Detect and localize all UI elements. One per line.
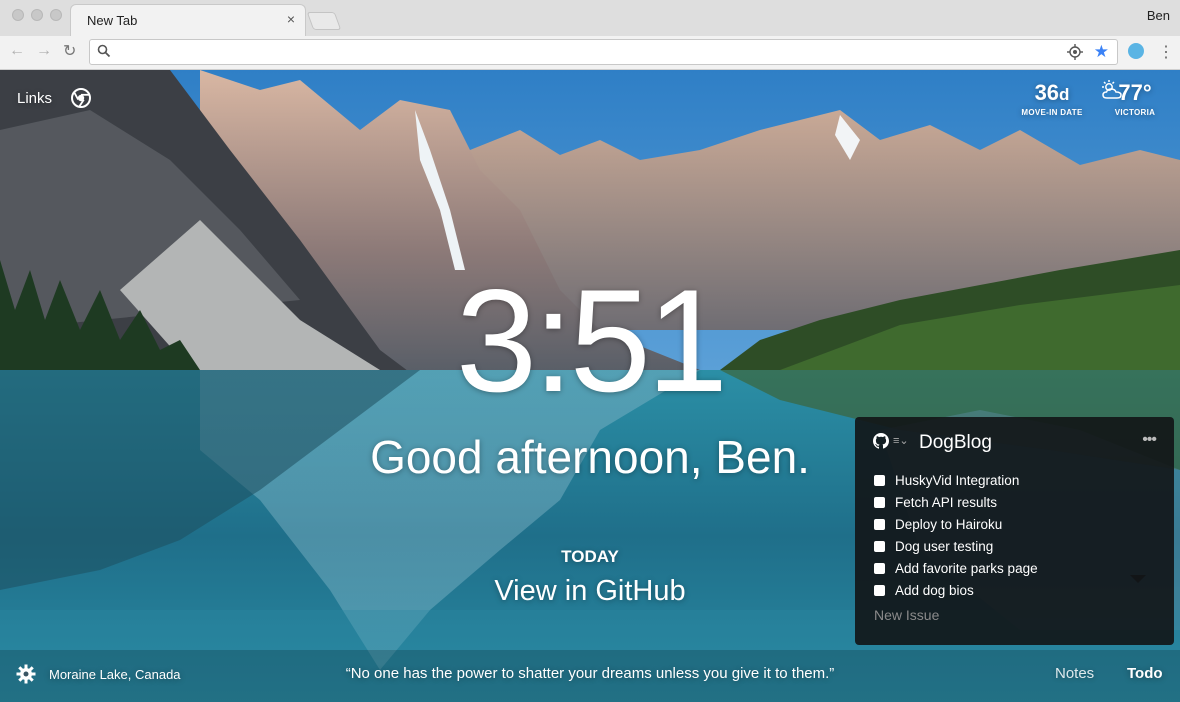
task-checkbox[interactable] [874, 540, 885, 552]
more-icon[interactable]: ••• [1142, 431, 1157, 449]
new-tab-dashboard: Links 36d MOVE-IN DATE 77° VICTORIA 3:51… [0, 70, 1180, 702]
todo-panel-caret [1130, 575, 1146, 583]
star-icon[interactable]: ★ [1094, 42, 1109, 62]
list-icon[interactable]: ≡⌄ [893, 434, 909, 447]
list-item: Fetch API results [874, 491, 1038, 513]
clock: 3:51 [455, 259, 728, 422]
task-checkbox[interactable] [874, 562, 885, 574]
task-text[interactable]: Fetch API results [895, 495, 997, 510]
profile-name[interactable]: Ben [1147, 8, 1170, 23]
list-item: HuskyVid Integration [874, 469, 1038, 491]
task-checkbox[interactable] [874, 518, 885, 530]
new-tab-button[interactable] [306, 12, 342, 30]
task-text[interactable]: HuskyVid Integration [895, 473, 1019, 488]
list-item: Deploy to Hairoku [874, 513, 1038, 535]
countdown-unit: d [1059, 85, 1070, 104]
todo-button[interactable]: Todo [1127, 665, 1163, 682]
list-item: Add dog bios [874, 579, 1038, 601]
window-minimize-button[interactable] [31, 9, 43, 21]
extension-icon[interactable] [1128, 43, 1144, 59]
list-item: Add favorite parks page [874, 557, 1038, 579]
task-text[interactable]: Deploy to Hairoku [895, 517, 1002, 532]
countdown-number: 36 [1034, 80, 1060, 105]
task-checkbox[interactable] [874, 496, 885, 508]
browser-chrome: New Tab × Ben ← → ↻ ★ ⋮ [0, 0, 1180, 70]
tab-new-tab[interactable]: New Tab × [70, 4, 306, 36]
countdown-widget[interactable]: 36d MOVE-IN DATE [1012, 80, 1092, 117]
weather-temp-row: 77° [1100, 80, 1170, 106]
location-target-icon[interactable] [1067, 44, 1083, 65]
back-button[interactable]: ← [9, 42, 25, 60]
task-text[interactable]: Add favorite parks page [895, 561, 1038, 576]
tab-strip: New Tab × Ben [0, 0, 1180, 36]
browser-menu-icon[interactable]: ⋮ [1158, 42, 1174, 62]
task-list: HuskyVid Integration Fetch API results D… [874, 469, 1038, 601]
todo-panel: ≡⌄ DogBlog ••• HuskyVid Integration Fetc… [855, 417, 1174, 645]
window-maximize-button[interactable] [50, 9, 62, 21]
search-icon [97, 44, 111, 63]
countdown-value: 36d [1012, 80, 1092, 106]
links-button[interactable]: Links [17, 90, 52, 107]
task-checkbox[interactable] [874, 474, 885, 486]
tab-title: New Tab [87, 13, 138, 28]
todo-project-title[interactable]: DogBlog [919, 432, 992, 454]
tab-close-icon[interactable]: × [287, 11, 295, 27]
weather-widget[interactable]: 77° VICTORIA [1100, 80, 1170, 117]
task-text[interactable]: Add dog bios [895, 583, 974, 598]
weather-location: VICTORIA [1114, 108, 1156, 117]
address-bar[interactable]: ★ [89, 39, 1118, 65]
task-text[interactable]: Dog user testing [895, 539, 993, 554]
list-item: Dog user testing [874, 535, 1038, 557]
new-issue-input[interactable]: New Issue [874, 607, 939, 623]
task-checkbox[interactable] [874, 584, 885, 596]
browser-toolbar: ← → ↻ ★ ⋮ [0, 36, 1180, 70]
daily-quote: “No one has the power to shatter your dr… [345, 665, 835, 682]
countdown-label: MOVE-IN DATE [1021, 108, 1083, 117]
window-close-button[interactable] [12, 9, 24, 21]
notes-button[interactable]: Notes [1055, 665, 1094, 682]
reload-button[interactable]: ↻ [63, 41, 76, 61]
forward-button[interactable]: → [36, 42, 52, 60]
